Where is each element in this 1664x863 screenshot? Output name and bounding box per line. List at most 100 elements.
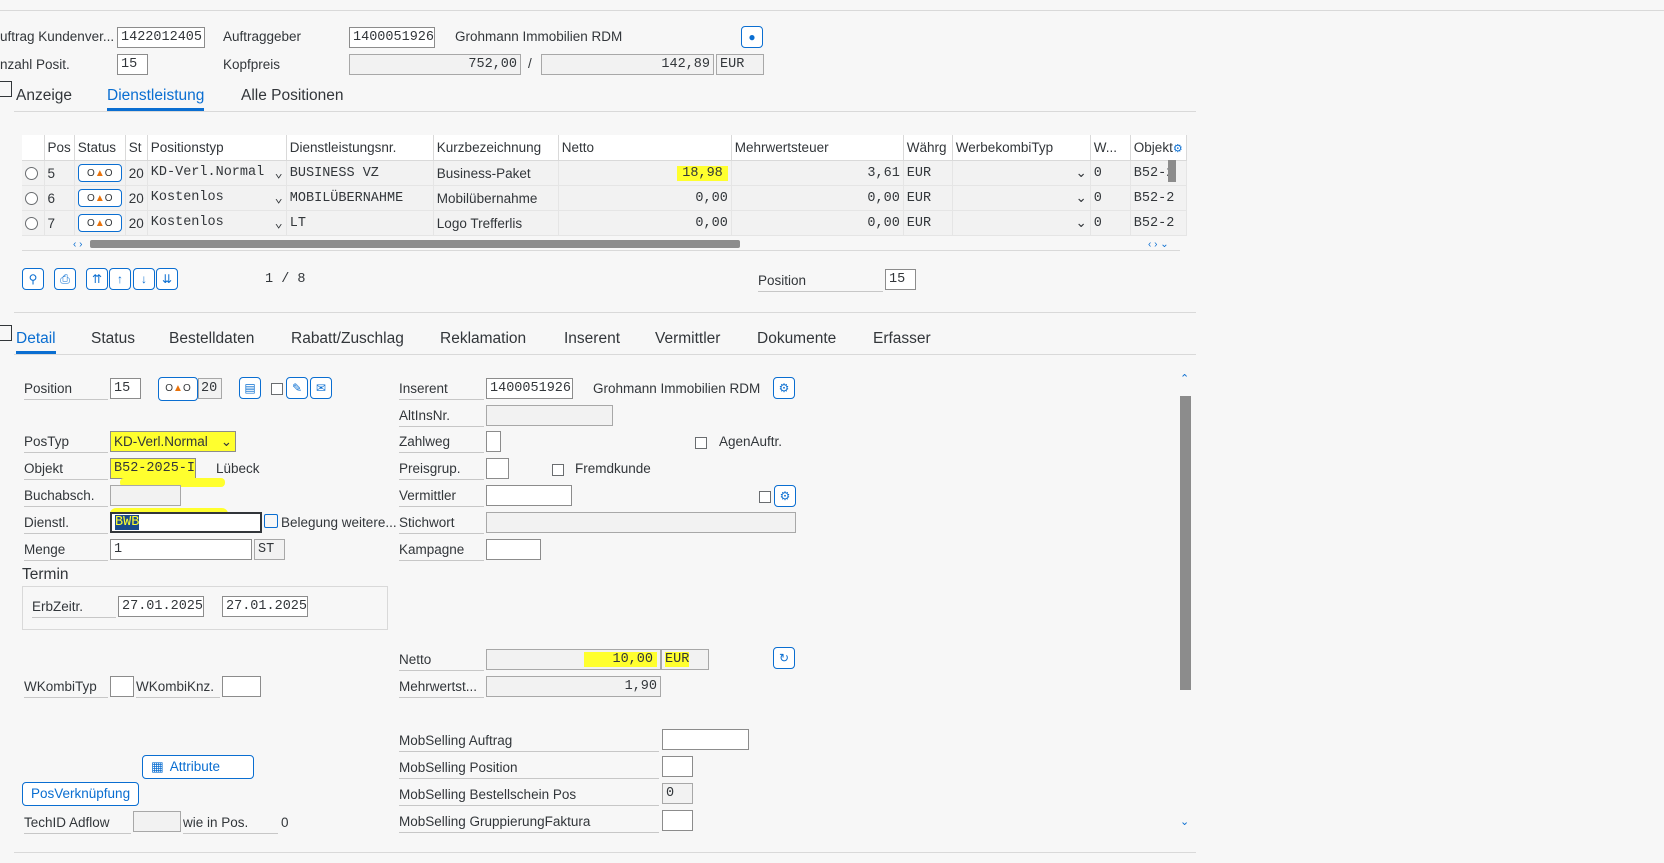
tab-detail[interactable]: Detail bbox=[16, 330, 56, 354]
auftraggeber-field[interactable]: 1400051926 bbox=[349, 27, 435, 48]
last-page-icon-button[interactable]: ⇊ bbox=[156, 268, 178, 290]
partner-icon-button[interactable]: ⚙ bbox=[773, 377, 795, 399]
kampagne-field[interactable] bbox=[486, 539, 541, 560]
refresh-icon-button[interactable]: ↻ bbox=[773, 647, 795, 669]
positions-table: Pos Status St Positionstyp Dienstleistun… bbox=[22, 135, 1187, 236]
select-all-header[interactable] bbox=[22, 135, 45, 161]
fremdkunde-checkbox[interactable] bbox=[552, 464, 564, 476]
col-header[interactable]: WerbekombiTyp bbox=[952, 135, 1091, 161]
scroll-arrows-icon[interactable]: ‹ › bbox=[73, 239, 82, 250]
collapse-icon[interactable] bbox=[0, 325, 12, 341]
tab-status[interactable]: Status bbox=[91, 330, 135, 348]
print-icon-button[interactable]: ⎙ bbox=[54, 268, 76, 290]
vermittler-checkbox[interactable] bbox=[759, 491, 771, 503]
col-header[interactable]: Netto bbox=[558, 135, 732, 161]
cell-positionstyp[interactable]: Kostenlos ⌄ bbox=[147, 210, 287, 236]
col-header[interactable]: Mehrwertsteuer bbox=[731, 135, 904, 161]
table-row[interactable]: 5 O▲O 20 KD-Verl.Normal ⌄ BUSINESS VZ Bus… bbox=[22, 160, 1187, 186]
col-header[interactable]: Kurzbezeichnung bbox=[433, 135, 559, 161]
prev-page-icon-button[interactable]: ↑ bbox=[109, 268, 131, 290]
tab-rabatt-zuschlag[interactable]: Rabatt/Zuschlag bbox=[291, 330, 404, 348]
tab-inserent[interactable]: Inserent bbox=[564, 330, 620, 348]
mob-grupp-field[interactable] bbox=[662, 810, 693, 831]
position-field[interactable]: 15 bbox=[110, 378, 141, 399]
tab-anzeige[interactable]: Anzeige bbox=[16, 87, 72, 105]
col-header[interactable]: Pos bbox=[44, 135, 75, 161]
scroll-up-icon[interactable]: ⌃ bbox=[1180, 372, 1189, 385]
row-select-radio[interactable] bbox=[25, 217, 38, 230]
erbzeitr-to-field[interactable]: 27.01.2025 bbox=[222, 596, 308, 617]
tab-bestelldaten[interactable]: Bestelldaten bbox=[169, 330, 254, 348]
tab-alle-positionen[interactable]: Alle Positionen bbox=[241, 87, 344, 105]
horizontal-scrollbar[interactable] bbox=[90, 240, 740, 248]
zoom-icon-button[interactable]: ⚲ bbox=[22, 268, 44, 290]
auftrag-field[interactable]: 1422012405 bbox=[117, 27, 205, 48]
chevron-down-icon[interactable]: ⌄ bbox=[275, 215, 283, 232]
wkombiknz-field[interactable] bbox=[222, 676, 261, 697]
preisgrup-field[interactable] bbox=[486, 458, 509, 479]
tab-dokumente[interactable]: Dokumente bbox=[757, 330, 836, 348]
tab-dienstleistung[interactable]: Dienstleistung bbox=[107, 87, 205, 111]
chevron-down-icon[interactable]: ⌄ bbox=[1075, 215, 1086, 231]
col-header[interactable]: Positionstyp bbox=[147, 135, 287, 161]
dienstl-field[interactable]: BWB bbox=[110, 512, 262, 533]
chevron-down-icon[interactable]: ⌄ bbox=[275, 165, 283, 182]
cell-positionstyp[interactable]: KD-Verl.Normal ⌄ bbox=[147, 160, 287, 186]
postyp-select[interactable]: KD-Verl.Normal ⌄ bbox=[110, 431, 236, 452]
value-help-icon[interactable] bbox=[264, 514, 278, 528]
hat-icon-button[interactable]: ● bbox=[741, 26, 763, 48]
chevron-down-icon[interactable]: ⌄ bbox=[1075, 190, 1086, 206]
chevron-down-icon[interactable]: ⌄ bbox=[1075, 165, 1086, 181]
tabs-divider bbox=[14, 111, 1196, 112]
document-icon-button[interactable]: ▤ bbox=[239, 377, 261, 399]
first-page-icon-button[interactable]: ⇈ bbox=[86, 268, 108, 290]
status-button[interactable]: O▲O bbox=[77, 214, 122, 232]
next-page-icon-button[interactable]: ↓ bbox=[133, 268, 155, 290]
status-button[interactable]: O▲O bbox=[158, 377, 198, 401]
col-header[interactable]: Status bbox=[74, 135, 126, 161]
checkbox[interactable] bbox=[271, 383, 283, 395]
scroll-arrows-icon[interactable]: ‹ › ⌄ bbox=[1148, 239, 1169, 250]
objekt-field[interactable]: B52-2025-I bbox=[110, 458, 196, 479]
vertical-scrollbar[interactable] bbox=[1168, 160, 1176, 182]
zahlweg-field[interactable] bbox=[486, 431, 501, 452]
tab-erfasser[interactable]: Erfasser bbox=[873, 330, 931, 348]
attribute-button[interactable]: ▦ Attribute bbox=[142, 755, 254, 779]
settings-icon[interactable]: ⚙ bbox=[1173, 143, 1183, 155]
cell-werbekombityp[interactable]: ⌄ bbox=[952, 210, 1091, 236]
tab-reklamation[interactable]: Reklamation bbox=[440, 330, 526, 348]
agenauftr-checkbox[interactable] bbox=[695, 437, 707, 449]
collapse-icon[interactable] bbox=[0, 81, 12, 97]
col-header[interactable]: W... bbox=[1090, 135, 1131, 161]
mob-auftrag-field[interactable] bbox=[662, 729, 749, 750]
table-row[interactable]: 6 O▲O 20 Kostenlos ⌄ MOBILÜBERNAHME Mobil… bbox=[22, 185, 1187, 211]
col-header[interactable]: Objekt⚙ bbox=[1130, 135, 1187, 161]
erbzeitr-from-field[interactable]: 27.01.2025 bbox=[118, 596, 204, 617]
cell-positionstyp[interactable]: Kostenlos ⌄ bbox=[147, 185, 287, 211]
mob-position-field[interactable] bbox=[662, 756, 693, 777]
chevron-down-icon[interactable]: ⌄ bbox=[275, 190, 283, 207]
anzahl-field[interactable]: 15 bbox=[117, 54, 148, 75]
status-button[interactable]: O▲O bbox=[77, 189, 122, 207]
col-header[interactable]: Währg bbox=[903, 135, 953, 161]
cell-werbekombityp[interactable]: ⌄ bbox=[952, 160, 1091, 186]
table-row[interactable]: 7 O▲O 20 Kostenlos ⌄ LT Logo Trefferlis 0… bbox=[22, 210, 1187, 236]
position-field[interactable]: 15 bbox=[885, 269, 916, 290]
row-select-radio[interactable] bbox=[25, 192, 38, 205]
vertical-scrollbar[interactable] bbox=[1180, 396, 1191, 690]
partner-icon-button[interactable]: ⚙ bbox=[774, 485, 796, 507]
wkombityp-field[interactable] bbox=[110, 676, 134, 697]
mail-icon-button[interactable]: ✉ bbox=[310, 377, 332, 399]
status-button[interactable]: O▲O bbox=[77, 164, 122, 182]
posverknuepfung-button[interactable]: PosVerknüpfung bbox=[22, 782, 140, 806]
col-header[interactable]: Dienstleistungsnr. bbox=[286, 135, 434, 161]
cell-werbekombityp[interactable]: ⌄ bbox=[952, 185, 1091, 211]
menge-field[interactable]: 1 bbox=[110, 539, 252, 560]
scroll-down-icon[interactable]: ⌄ bbox=[1180, 815, 1189, 828]
col-header[interactable]: St bbox=[125, 135, 148, 161]
edit-icon-button[interactable]: ✎ bbox=[286, 377, 308, 399]
tab-vermittler[interactable]: Vermittler bbox=[655, 330, 720, 348]
inserent-field[interactable]: 1400051926 bbox=[486, 378, 573, 399]
row-select-radio[interactable] bbox=[25, 167, 38, 180]
vermittler-field[interactable] bbox=[486, 485, 572, 506]
